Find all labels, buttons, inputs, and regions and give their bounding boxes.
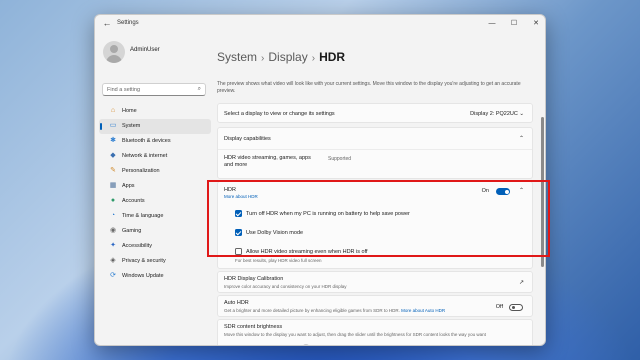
auto-hdr-desc-wrap: Get a brighter and more detailed picture… xyxy=(224,308,445,313)
display-select-label: Select a display to view or change its s… xyxy=(224,111,335,117)
sidebar-item-label: Windows Update xyxy=(122,273,164,279)
avatar xyxy=(103,41,125,63)
auto-hdr-desc: Get a brighter and more detailed picture… xyxy=(224,308,400,313)
capabilities-row-status: Supported xyxy=(328,156,352,162)
breadcrumb-separator: › xyxy=(311,53,316,64)
sidebar-item-label: Accessibility xyxy=(122,243,152,249)
auto-hdr-state: Off xyxy=(495,304,503,310)
sidebar-item-label: Home xyxy=(122,108,137,114)
sdr-brightness-card: SDR content brightness Move this window … xyxy=(217,319,533,346)
sdr-desc: Move this window to the display you want… xyxy=(224,332,486,337)
shield-icon: ◈ xyxy=(110,257,116,264)
sidebar-item-label: System xyxy=(122,123,141,129)
external-link-icon: ↗ xyxy=(518,280,524,286)
chevron-up-icon[interactable]: ⌃ xyxy=(519,135,524,142)
back-arrow-icon[interactable]: ← xyxy=(101,18,113,28)
sidebar-item-apps[interactable]: ▦ Apps xyxy=(99,179,211,194)
display-select-row[interactable]: Select a display to view or change its s… xyxy=(217,103,533,123)
auto-hdr-toggle[interactable] xyxy=(509,304,523,311)
sidebar-item-label: Apps xyxy=(122,183,135,189)
sidebar-nav: ⌂ Home ▭ System ✱ Bluetooth & devices ◆ Network… xyxy=(99,104,211,284)
search-placeholder: Find a setting xyxy=(107,87,141,93)
auto-hdr-title: Auto HDR xyxy=(224,300,249,306)
sidebar-item-label: Privacy & security xyxy=(122,258,166,264)
sidebar-item-label: Time & language xyxy=(122,213,164,219)
update-icon: ⟳ xyxy=(110,272,116,279)
sidebar-item-accounts[interactable]: ● Accounts xyxy=(99,194,211,209)
accounts-icon: ● xyxy=(110,197,116,204)
calibration-row[interactable]: HDR Display Calibration Improve color ac… xyxy=(217,271,533,293)
chevron-down-icon: ⌄ xyxy=(519,111,524,117)
sidebar-item-windows-update[interactable]: ⟳ Windows Update xyxy=(99,269,211,284)
window-controls: — ☐ ✕ xyxy=(481,15,545,31)
user-name: AdminUser xyxy=(130,47,160,53)
slider-thumb[interactable] xyxy=(303,345,309,346)
title-bar: ← Settings — ☐ ✕ xyxy=(95,15,545,33)
capabilities-row-label: HDR video streaming, games, apps and mor… xyxy=(224,155,311,168)
display-capabilities-card: Display capabilities ⌃ HDR video streami… xyxy=(217,127,533,179)
sidebar-item-gaming[interactable]: ◉ Gaming xyxy=(99,224,211,239)
sidebar-item-accessibility[interactable]: ✦ Accessibility xyxy=(99,239,211,254)
more-about-auto-hdr-link[interactable]: More about Auto HDR xyxy=(401,308,445,313)
sidebar-item-bluetooth-devices[interactable]: ✱ Bluetooth & devices xyxy=(99,134,211,149)
breadcrumb-system[interactable]: System xyxy=(217,50,257,64)
sidebar-item-system[interactable]: ▭ System xyxy=(99,119,211,134)
window-title: Settings xyxy=(117,20,139,26)
sidebar-item-label: Personalization xyxy=(122,168,160,174)
time-icon: ◔ xyxy=(110,212,116,219)
sidebar-item-network-internet[interactable]: ◆ Network & internet xyxy=(99,149,211,164)
minimize-button[interactable]: — xyxy=(481,15,503,31)
search-input[interactable]: Find a setting ⌕ xyxy=(102,83,206,96)
display-select-dropdown[interactable]: Display 2: PQ22UC ⌄ xyxy=(470,111,524,117)
close-button[interactable]: ✕ xyxy=(525,15,545,31)
display-select-value: Display 2: PQ22UC xyxy=(470,111,518,117)
sidebar-item-time-language[interactable]: ◔ Time & language xyxy=(99,209,211,224)
user-profile[interactable]: AdminUser xyxy=(103,41,213,67)
home-icon: ⌂ xyxy=(110,107,116,114)
sidebar-item-label: Bluetooth & devices xyxy=(122,138,171,144)
sidebar-item-personalization[interactable]: ✎ Personalization xyxy=(99,164,211,179)
brush-icon: ✎ xyxy=(110,167,116,174)
preview-description: The preview shows what video will look l… xyxy=(217,81,521,94)
breadcrumb-separator: › xyxy=(261,53,265,64)
network-icon: ◆ xyxy=(110,152,116,159)
page-title: HDR xyxy=(319,50,346,64)
calibration-title: HDR Display Calibration xyxy=(224,276,284,282)
calibration-desc: Improve color accuracy and consistency o… xyxy=(224,284,347,289)
sidebar-item-home[interactable]: ⌂ Home xyxy=(99,104,211,119)
sdr-title: SDR content brightness xyxy=(224,324,283,330)
sidebar-item-privacy-security[interactable]: ◈ Privacy & security xyxy=(99,254,211,269)
gaming-icon: ◉ xyxy=(109,227,117,234)
system-icon: ▭ xyxy=(109,122,117,129)
bluetooth-icon: ✱ xyxy=(110,137,116,144)
sidebar-item-label: Accounts xyxy=(122,198,145,204)
highlight-box xyxy=(207,180,550,257)
breadcrumb: System › Display › HDR xyxy=(217,50,345,64)
hdr-footnote: For best results, play HDR video full sc… xyxy=(235,258,322,263)
divider xyxy=(218,149,532,150)
accessibility-icon: ✦ xyxy=(110,242,116,249)
maximize-button[interactable]: ☐ xyxy=(503,15,525,31)
sidebar: AdminUser Find a setting ⌕ ⌂ Home ▭ System ✱… xyxy=(95,33,213,345)
breadcrumb-display[interactable]: Display xyxy=(268,50,307,64)
sidebar-item-label: Gaming xyxy=(122,228,142,234)
apps-icon: ▦ xyxy=(109,182,117,189)
sidebar-item-label: Network & internet xyxy=(122,153,168,159)
auto-hdr-row: Auto HDR Get a brighter and more detaile… xyxy=(217,295,533,317)
capabilities-title: Display capabilities xyxy=(224,136,271,142)
search-icon: ⌕ xyxy=(197,86,201,92)
